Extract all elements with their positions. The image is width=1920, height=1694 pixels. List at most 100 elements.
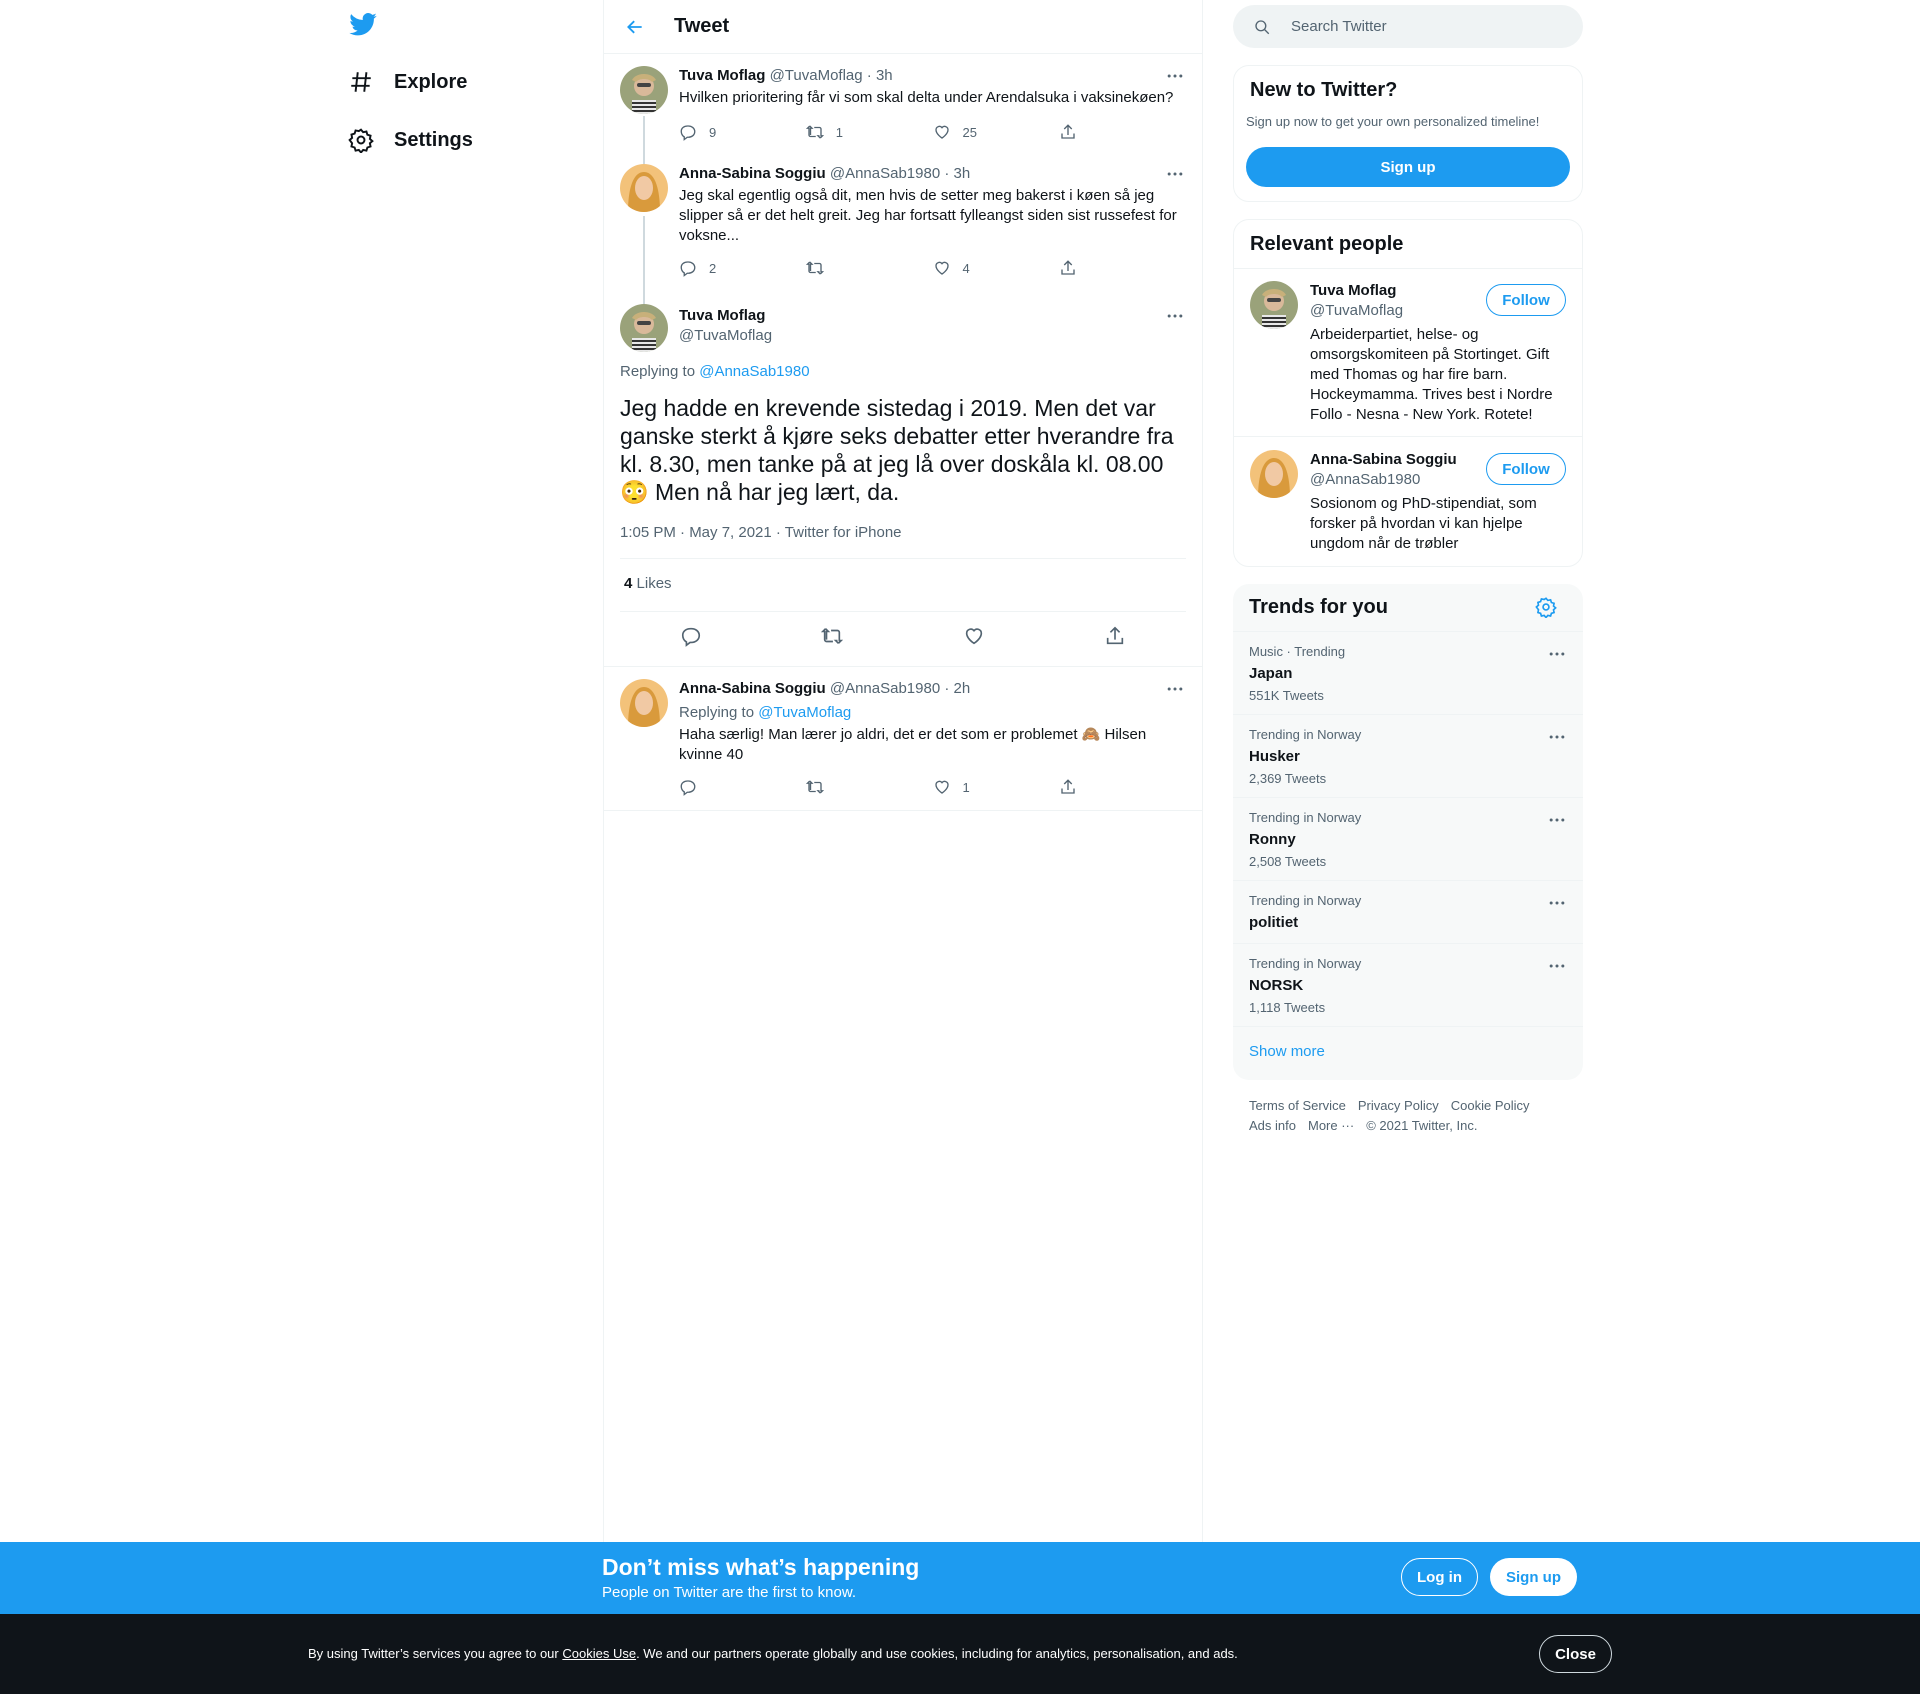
close-button[interactable]: Close <box>1539 1635 1612 1673</box>
author-name[interactable]: Anna-Sabina Soggiu <box>679 165 826 182</box>
author-handle[interactable]: @AnnaSab1980 <box>830 680 940 697</box>
tweet-time[interactable]: · 3h <box>944 165 970 182</box>
avatar[interactable] <box>620 164 668 212</box>
person-handle[interactable]: @TuvaMoflag <box>1310 301 1403 321</box>
avatar[interactable] <box>620 66 668 114</box>
author-name[interactable]: Anna-Sabina Soggiu <box>679 680 826 697</box>
share-icon <box>1059 778 1077 796</box>
share-button[interactable] <box>1059 123 1186 141</box>
reply-icon <box>679 123 697 141</box>
follow-button[interactable]: Follow <box>1486 284 1566 316</box>
trend-item[interactable]: Trending in Norway Husker 2,369 Tweets <box>1233 715 1583 798</box>
person-name[interactable]: Anna-Sabina Soggiu <box>1310 450 1457 470</box>
retweet-icon[interactable] <box>821 625 843 647</box>
person-handle[interactable]: @AnnaSab1980 <box>1310 470 1457 490</box>
tweet-text: Hvilken prioritering får vi som skal del… <box>679 89 1174 106</box>
avatar[interactable] <box>620 304 668 352</box>
tweet-time[interactable]: · 3h <box>867 67 893 84</box>
more-icon[interactable] <box>1164 679 1186 699</box>
nav-settings[interactable]: Settings <box>348 120 473 160</box>
tweet-timestamp[interactable]: 1:05 PM · May 7, 2021 · Twitter for iPho… <box>620 523 902 543</box>
like-button[interactable]: 25 <box>933 123 1060 141</box>
retweet-button[interactable] <box>806 259 933 277</box>
share-button[interactable] <box>1059 778 1186 796</box>
author-handle[interactable]: @TuvaMoflag <box>679 326 772 346</box>
trend-name: Ronny <box>1249 831 1296 848</box>
more-icon[interactable] <box>1547 727 1567 747</box>
back-button[interactable] <box>620 12 650 42</box>
thread-tweet[interactable]: Tuva Moflag @TuvaMoflag · 3h Hvilken pri… <box>604 54 1202 154</box>
reply-icon[interactable] <box>680 625 702 647</box>
banner-title: Don’t miss what’s happening <box>602 1554 920 1580</box>
footer-copyright: © 2021 Twitter, Inc. <box>1366 1118 1478 1133</box>
trend-item[interactable]: Trending in Norway politiet <box>1233 881 1583 944</box>
like-button[interactable]: 1 <box>933 778 1060 796</box>
sign-up-button[interactable]: Sign up <box>1246 147 1570 187</box>
like-count: 25 <box>962 124 977 140</box>
twitter-logo-icon[interactable] <box>348 10 378 40</box>
author-name[interactable]: Tuva Moflag <box>679 67 765 84</box>
new-to-twitter-card: New to Twitter? Sign up now to get your … <box>1233 65 1583 202</box>
person-name[interactable]: Tuva Moflag <box>1310 281 1403 301</box>
author-name[interactable]: Tuva Moflag <box>679 306 772 326</box>
show-more-link[interactable]: Show more <box>1233 1027 1583 1076</box>
cookies-use-link[interactable]: Cookies Use <box>562 1646 636 1661</box>
retweet-icon <box>806 778 824 796</box>
heart-icon <box>933 259 951 277</box>
more-icon[interactable] <box>1164 306 1186 326</box>
trend-item[interactable]: Trending in Norway NORSK 1,118 Tweets <box>1233 944 1583 1027</box>
tweet-text: Jeg skal egentlig også dit, men hvis de … <box>679 187 1177 244</box>
author-handle[interactable]: @TuvaMoflag <box>770 67 863 84</box>
likes-summary[interactable]: 4 Likes <box>624 574 672 594</box>
footer-cookie[interactable]: Cookie Policy <box>1451 1098 1530 1113</box>
trend-context: Music · Trending <box>1249 644 1346 659</box>
focused-tweet-text: Jeg hadde en krevende sistedag i 2019. M… <box>620 395 1174 505</box>
trend-item[interactable]: Music · Trending Japan 551K Tweets <box>1233 632 1583 715</box>
replying-to-link[interactable]: @AnnaSab1980 <box>699 363 809 380</box>
search-input[interactable]: Search Twitter <box>1233 5 1583 48</box>
heart-icon <box>933 778 951 796</box>
footer-ads[interactable]: Ads info <box>1249 1118 1296 1133</box>
more-icon[interactable] <box>1547 956 1567 976</box>
share-icon[interactable] <box>1104 625 1126 647</box>
retweet-button[interactable]: 1 <box>806 123 933 141</box>
log-in-button[interactable]: Log in <box>1401 1558 1478 1596</box>
like-count: 4 <box>962 260 970 276</box>
heart-icon[interactable] <box>963 625 985 647</box>
tweet-time[interactable]: · 2h <box>944 680 970 697</box>
share-icon <box>1059 259 1077 277</box>
sign-up-button[interactable]: Sign up <box>1490 1558 1577 1596</box>
footer-more[interactable]: More ··· <box>1308 1118 1354 1133</box>
thread-line <box>643 116 645 154</box>
trend-item[interactable]: Trending in Norway Ronny 2,508 Tweets <box>1233 798 1583 881</box>
replying-to: Replying to @TuvaMoflag <box>679 703 1186 723</box>
avatar[interactable] <box>620 679 668 727</box>
cookie-text-before: By using Twitter’s services you agree to… <box>308 1646 563 1661</box>
retweet-button[interactable] <box>806 778 933 796</box>
nav-explore[interactable]: Explore <box>348 62 467 102</box>
trend-name: Japan <box>1249 665 1293 682</box>
reply-tweet[interactable]: Anna-Sabina Soggiu @AnnaSab1980 · 2h Rep… <box>604 667 1202 810</box>
footer-terms[interactable]: Terms of Service <box>1249 1098 1346 1113</box>
footer-privacy[interactable]: Privacy Policy <box>1358 1098 1439 1113</box>
avatar[interactable] <box>1250 450 1298 498</box>
replying-to-link[interactable]: @TuvaMoflag <box>758 704 851 721</box>
gear-icon[interactable] <box>1535 596 1557 618</box>
more-icon[interactable] <box>1164 66 1186 86</box>
more-icon[interactable] <box>1547 644 1567 664</box>
more-icon[interactable] <box>1547 810 1567 830</box>
person-row[interactable]: Anna-Sabina Soggiu @AnnaSab1980 Follow S… <box>1234 438 1582 566</box>
like-button[interactable]: 4 <box>933 259 1060 277</box>
tweet-meta: Tuva Moflag @TuvaMoflag · 3h <box>679 66 1186 86</box>
avatar[interactable] <box>1250 281 1298 329</box>
person-row[interactable]: Tuva Moflag @TuvaMoflag Follow Arbeiderp… <box>1234 269 1582 437</box>
thread-tweet[interactable]: Anna-Sabina Soggiu @AnnaSab1980 · 3h Jeg… <box>604 154 1202 294</box>
reply-button[interactable]: 2 <box>679 259 806 277</box>
reply-button[interactable] <box>679 778 806 796</box>
follow-button[interactable]: Follow <box>1486 453 1566 485</box>
reply-button[interactable]: 9 <box>679 123 806 141</box>
more-icon[interactable] <box>1547 893 1567 913</box>
share-button[interactable] <box>1059 259 1186 277</box>
author-handle[interactable]: @AnnaSab1980 <box>830 165 940 182</box>
more-icon[interactable] <box>1164 164 1186 184</box>
